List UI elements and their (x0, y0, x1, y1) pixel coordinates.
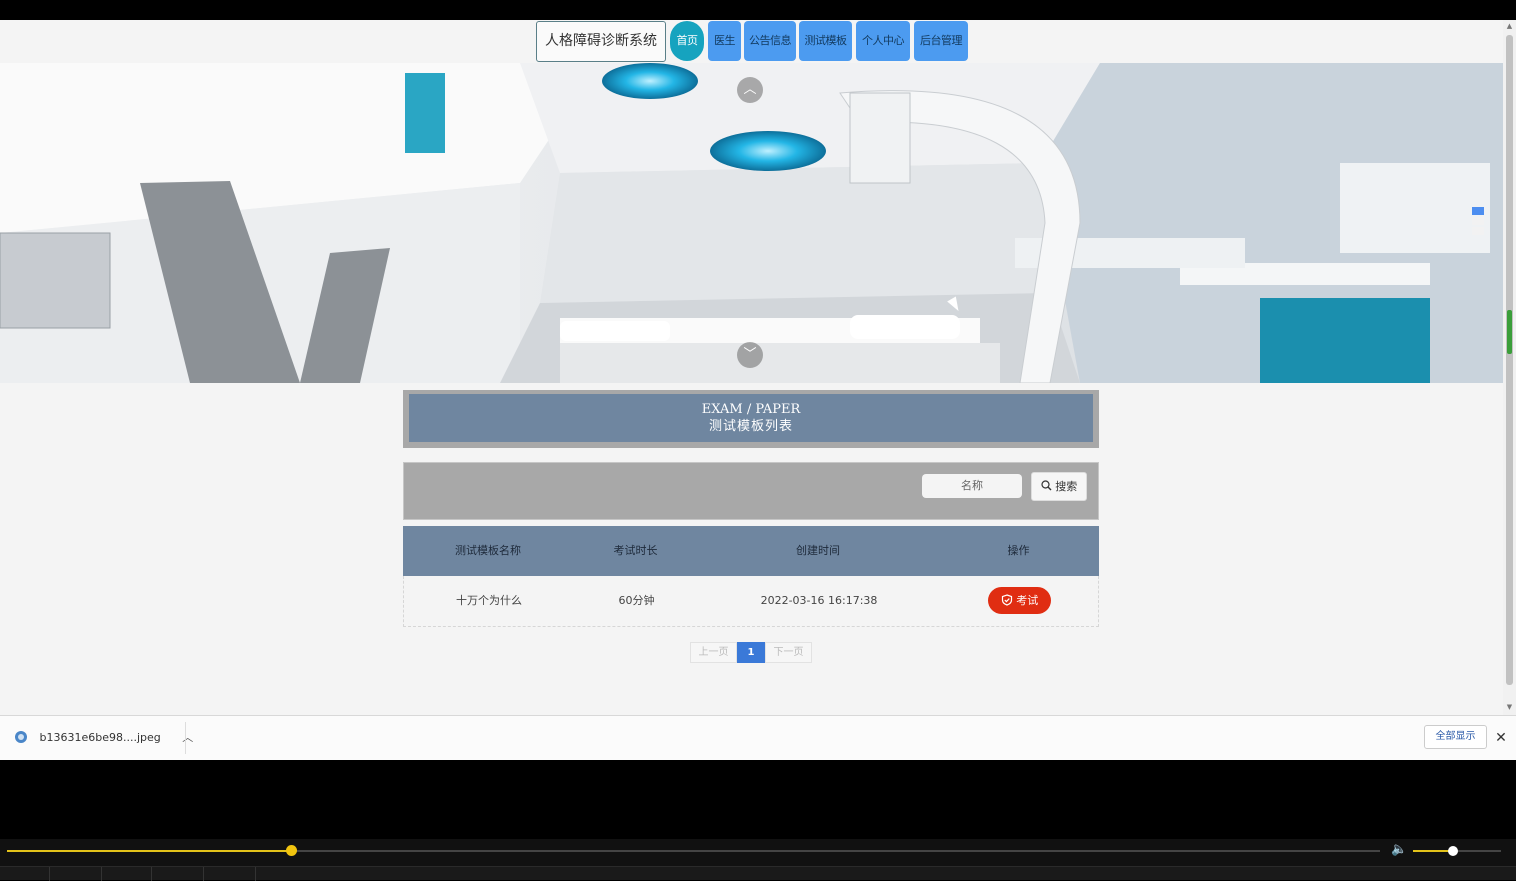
toolbar-segment[interactable] (102, 867, 152, 881)
pager-next-button[interactable]: 下一页 (765, 642, 812, 663)
page-scrollbar[interactable]: ▲ ▼ (1503, 20, 1516, 715)
toolbar-segment[interactable] (204, 867, 256, 881)
cell-template-name: 十万个为什么 (456, 594, 522, 607)
close-download-bar-icon[interactable]: ✕ (1494, 726, 1508, 750)
section-header-inner: EXAM / PAPER 测试模板列表 (409, 394, 1093, 442)
search-button[interactable]: 搜索 (1031, 472, 1087, 501)
search-input[interactable]: 名称 (922, 474, 1022, 498)
nav-home[interactable]: 首页 (670, 21, 704, 61)
toolbar-segment[interactable] (50, 867, 102, 881)
scroll-down-arrow-icon[interactable]: ▼ (1505, 703, 1514, 711)
banner-carousel: ︿ ﹀ (0, 63, 1503, 383)
cell-created-time: 2022-03-16 16:17:38 (760, 594, 878, 607)
section-header: EXAM / PAPER 测试模板列表 (403, 390, 1099, 448)
site-brand[interactable]: 人格障碍诊断系统 (536, 21, 666, 62)
scrollbar-thumb[interactable] (1506, 35, 1513, 685)
shield-check-icon (1001, 594, 1017, 607)
chevron-up-icon: ︿ (743, 82, 757, 97)
section-title-en: EXAM / PAPER (701, 402, 801, 417)
volume-slider-fill (1413, 850, 1453, 852)
table-row: 十万个为什么 60分钟 2022-03-16 16:17:38 考试 (403, 576, 1099, 627)
carousel-dot[interactable] (1472, 207, 1484, 215)
top-letterbox (0, 0, 1516, 20)
cell-duration: 60分钟 (618, 594, 655, 607)
download-bar: b13631e6be98....jpeg ︿ 全部显示 ✕ (0, 715, 1516, 760)
chevron-up-icon[interactable]: ︿ (182, 731, 193, 744)
seek-bar-fill (7, 850, 292, 852)
nav-test-templates[interactable]: 测试模板 (799, 21, 852, 61)
search-icon (1041, 480, 1056, 493)
scroll-up-arrow-icon[interactable]: ▲ (1505, 22, 1514, 30)
download-separator (185, 722, 186, 754)
pager-page-1[interactable]: 1 (737, 642, 765, 663)
chevron-down-icon: ﹀ (743, 347, 757, 362)
carousel-indicators (1470, 205, 1486, 241)
carousel-dot[interactable] (1472, 227, 1484, 235)
operating-room-image (0, 63, 1503, 383)
section-title-zh: 测试模板列表 (708, 419, 793, 434)
toolbar-segment[interactable] (0, 867, 50, 881)
seek-bar[interactable] (7, 850, 1380, 852)
download-item[interactable]: b13631e6be98....jpeg ︿ (14, 716, 193, 760)
carousel-dot[interactable] (1472, 217, 1484, 225)
pager-prev-button[interactable]: 上一页 (690, 642, 737, 663)
volume-icon[interactable]: 🔈 (1391, 842, 1407, 857)
web-page: 人格障碍诊断系统 首页 医生 公告信息 测试模板 个人中心 后台管理 ︿ ﹀ E… (0, 20, 1503, 715)
download-file-name: b13631e6be98....jpeg (39, 731, 161, 744)
toolbar-segment[interactable] (152, 867, 204, 881)
column-header-created: 创建时间 (796, 544, 840, 557)
search-panel: 名称 搜索 (403, 462, 1099, 520)
nav-announcements[interactable]: 公告信息 (744, 21, 796, 61)
carousel-prev-button[interactable]: ︿ (737, 77, 763, 103)
template-table: 测试模板名称 考试时长 创建时间 操作 十万个为什么 60分钟 2022-03-… (403, 526, 1099, 627)
exam-button[interactable]: 考试 (988, 587, 1051, 614)
carousel-next-button[interactable]: ﹀ (737, 342, 763, 368)
nav-admin[interactable]: 后台管理 (914, 21, 968, 61)
nav-personal-center[interactable]: 个人中心 (856, 21, 910, 61)
image-file-icon (14, 731, 32, 744)
table-header: 测试模板名称 考试时长 创建时间 操作 (403, 526, 1099, 576)
scrollbar-marker (1507, 310, 1512, 354)
seek-knob[interactable] (286, 845, 298, 856)
volume-knob[interactable] (1447, 846, 1458, 856)
top-navbar: 人格障碍诊断系统 首页 医生 公告信息 测试模板 个人中心 后台管理 (0, 20, 1503, 63)
nav-doctor[interactable]: 医生 (708, 21, 741, 61)
column-header-name: 测试模板名称 (455, 544, 521, 557)
browser-viewport: 人格障碍诊断系统 首页 医生 公告信息 测试模板 个人中心 后台管理 ︿ ﹀ E… (0, 20, 1516, 760)
column-header-duration: 考试时长 (613, 544, 658, 557)
player-toolbar (0, 866, 1516, 881)
show-all-downloads-button[interactable]: 全部显示 (1424, 725, 1487, 749)
search-button-label: 搜索 (1055, 480, 1078, 493)
video-player-controls: 🔈 (0, 839, 1516, 881)
column-header-action: 操作 (1007, 544, 1030, 557)
exam-button-label: 考试 (1016, 594, 1039, 607)
